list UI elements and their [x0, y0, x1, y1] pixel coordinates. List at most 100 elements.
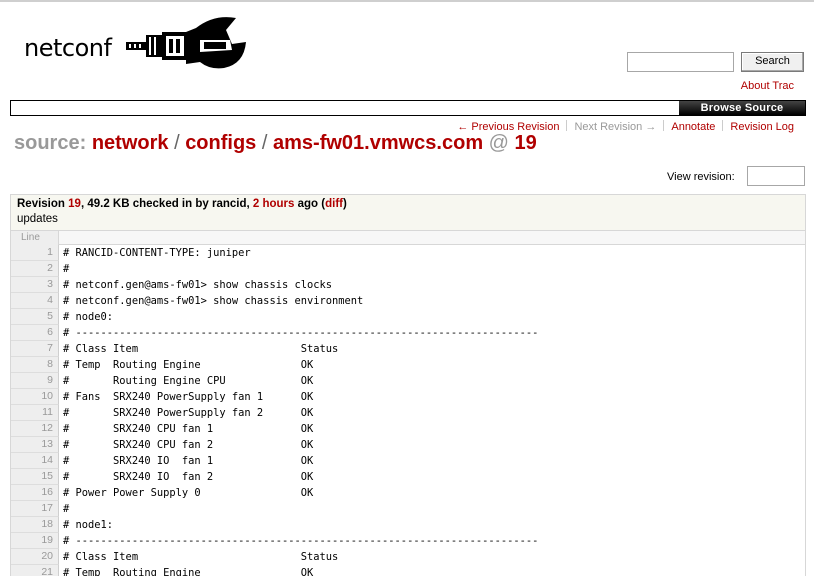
line-number[interactable]: 7 [11, 341, 59, 357]
code-line: # netconf.gen@ams-fw01> show chassis env… [63, 295, 364, 307]
code-line: # [63, 503, 70, 515]
separator [566, 120, 568, 131]
table-row: 13 # SRX240 CPU fan 2 OK [11, 437, 805, 453]
separator [663, 120, 665, 131]
table-row: 20 # Class Item Status [11, 549, 805, 565]
listing-rows: 1 # RANCID-CONTENT-TYPE: juniper 2 #3 # netc… [11, 245, 805, 576]
revision-info-line: Revision 19, 49.2 KB checked in by ranci… [17, 198, 799, 210]
revision-info: Revision 19, 49.2 KB checked in by ranci… [10, 194, 806, 234]
about-trac-link[interactable]: About Trac [741, 80, 794, 92]
code-line: # SRX240 IO fan 2 OK [63, 471, 314, 483]
path-segment-file[interactable]: ams-fw01.vmwcs.com [273, 132, 483, 154]
code-listing: Line 1 # RANCID-CONTENT-TYPE: juniper 2 #3 #… [10, 230, 806, 576]
revision-age-suffix: ago ( [294, 198, 326, 210]
separator [722, 120, 724, 131]
line-number[interactable]: 12 [11, 421, 59, 437]
network-cable-wrench-icon [126, 17, 246, 69]
annotate-link[interactable]: Annotate [671, 121, 715, 133]
code-line: # SRX240 CPU fan 1 OK [63, 423, 314, 435]
revision-label: Revision [17, 198, 65, 210]
path-separator: / [261, 132, 268, 154]
table-row: 17 # [11, 501, 805, 517]
diff-link[interactable]: diff [325, 198, 343, 210]
line-number[interactable]: 19 [11, 533, 59, 549]
line-number[interactable]: 13 [11, 437, 59, 453]
line-number[interactable]: 1 [11, 245, 59, 261]
table-row: 12 # SRX240 CPU fan 1 OK [11, 421, 805, 437]
view-revision-input[interactable] [747, 166, 805, 186]
code-line: # SRX240 CPU fan 2 OK [63, 439, 314, 451]
path-prefix: source: [14, 132, 87, 154]
line-number[interactable]: 2 [11, 261, 59, 277]
main-navigation: Browse Source [10, 100, 806, 116]
table-row: 5 # node0: [11, 309, 805, 325]
code-line: # netconf.gen@ams-fw01> show chassis clo… [63, 279, 332, 291]
table-row: 6 # -------------------------------------… [11, 325, 805, 341]
table-row: 8 # Temp Routing Engine OK [11, 357, 805, 373]
table-row: 7 # Class Item Status [11, 341, 805, 357]
code-line: # node1: [63, 519, 114, 531]
code-line: # Class Item Status [63, 551, 339, 563]
table-row: 14 # SRX240 IO fan 1 OK [11, 453, 805, 469]
revision-age-link[interactable]: 2 hours [253, 198, 295, 210]
path-revision[interactable]: 19 [515, 132, 537, 154]
table-row: 1 # RANCID-CONTENT-TYPE: juniper [11, 245, 805, 261]
line-number[interactable]: 17 [11, 501, 59, 517]
table-row: 21 # Temp Routing Engine OK [11, 565, 805, 576]
line-number[interactable]: 4 [11, 293, 59, 309]
table-row: 19 # ------------------------------------… [11, 533, 805, 549]
page-title-path: source: network / configs / ams-fw01.vmw… [14, 132, 537, 155]
line-column-header: Line [11, 231, 59, 245]
line-number[interactable]: 5 [11, 309, 59, 325]
table-row: 16 # Power Power Supply 0 OK [11, 485, 805, 501]
table-row: 15 # SRX240 IO fan 2 OK [11, 469, 805, 485]
line-number[interactable]: 9 [11, 373, 59, 389]
revision-size: , 49.2 KB checked in by rancid, [80, 198, 253, 210]
line-number[interactable]: 15 [11, 469, 59, 485]
code-line: # Class Item Status [63, 343, 339, 355]
listing-header: Line [11, 231, 805, 245]
code-line: # Power Power Supply 0 OK [63, 487, 314, 499]
code-line: # Temp Routing Engine OK [63, 359, 314, 371]
search-button[interactable]: Search [741, 52, 804, 72]
code-line: # --------------------------------------… [63, 535, 539, 547]
line-number[interactable]: 18 [11, 517, 59, 533]
code-line: # [63, 263, 70, 275]
table-row: 2 # [11, 261, 805, 277]
table-row: 11 # SRX240 PowerSupply fan 2 OK [11, 405, 805, 421]
table-row: 9 # Routing Engine CPU OK [11, 373, 805, 389]
line-number[interactable]: 14 [11, 453, 59, 469]
code-line: # SRX240 IO fan 1 OK [63, 455, 314, 467]
netconf-logo[interactable]: netconf [22, 16, 252, 80]
path-at: @ [488, 132, 509, 154]
path-separator: / [174, 132, 180, 154]
line-number[interactable]: 11 [11, 405, 59, 421]
table-row: 3 # netconf.gen@ams-fw01> show chassis cl… [11, 277, 805, 293]
line-number[interactable]: 20 [11, 549, 59, 565]
code-line: # SRX240 PowerSupply fan 2 OK [63, 407, 314, 419]
line-number[interactable]: 10 [11, 389, 59, 405]
path-segment-network[interactable]: network [92, 132, 169, 154]
top-border [0, 0, 814, 2]
code-line: # RANCID-CONTENT-TYPE: juniper [63, 247, 251, 259]
table-row: 4 # netconf.gen@ams-fw01> show chassis en… [11, 293, 805, 309]
line-number[interactable]: 21 [11, 565, 59, 576]
next-revision-link: Next Revision → [574, 121, 657, 133]
table-row: 18 # node1: [11, 517, 805, 533]
logo-text: netconf [24, 34, 112, 62]
line-number[interactable]: 6 [11, 325, 59, 341]
code-line: # Routing Engine CPU OK [63, 375, 314, 387]
code-line: # Fans SRX240 PowerSupply fan 1 OK [63, 391, 314, 403]
code-line: # Temp Routing Engine OK [63, 567, 314, 576]
tab-browse-source[interactable]: Browse Source [679, 101, 805, 115]
revision-log-link[interactable]: Revision Log [730, 121, 794, 133]
revision-close-paren: ) [342, 198, 347, 210]
path-segment-configs[interactable]: configs [185, 132, 256, 154]
line-number[interactable]: 3 [11, 277, 59, 293]
code-line: # node0: [63, 311, 114, 323]
code-line: # --------------------------------------… [63, 327, 539, 339]
line-number[interactable]: 8 [11, 357, 59, 373]
line-number[interactable]: 16 [11, 485, 59, 501]
search-input[interactable] [627, 52, 734, 72]
revision-number-link[interactable]: 19 [68, 198, 81, 210]
